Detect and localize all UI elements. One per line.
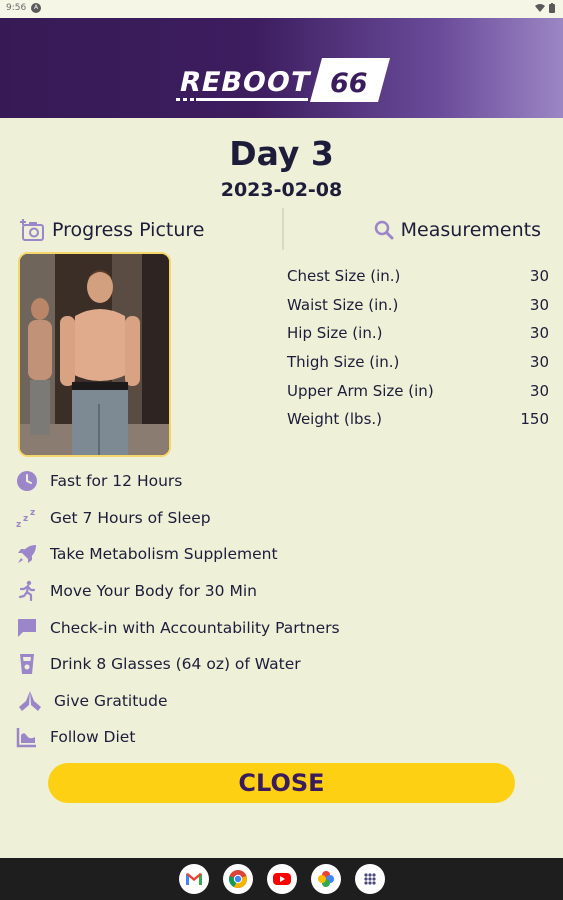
measurement-row-waist: Waist Size (in.) 30	[287, 291, 549, 320]
diet-chart-icon	[14, 724, 40, 750]
water-glass-icon	[14, 651, 40, 677]
task-supplement[interactable]: Take Metabolism Supplement	[14, 536, 414, 573]
measurement-row-hip: Hip Size (in.) 30	[287, 319, 549, 348]
measurement-row-weight: Weight (lbs.) 150	[287, 405, 549, 434]
section-divider	[282, 208, 284, 250]
measurement-row-upper-arm: Upper Arm Size (in) 30	[287, 376, 549, 405]
measurement-label: Upper Arm Size (in)	[287, 381, 434, 400]
measurement-label: Hip Size (in.)	[287, 324, 383, 343]
photos-icon[interactable]	[310, 864, 341, 894]
measurement-label: Weight (lbs.)	[287, 410, 383, 429]
measurements-label: Measurements	[400, 219, 541, 241]
measurement-value: 30	[529, 295, 549, 314]
chrome-icon[interactable]	[222, 864, 253, 894]
task-label: Fast for 12 Hours	[50, 472, 183, 491]
day-title: Day 3	[229, 134, 334, 173]
rocket-icon	[14, 541, 40, 567]
logo-text: REBOOT	[177, 67, 314, 98]
measurements-header: Measurements	[373, 216, 541, 244]
task-gratitude[interactable]: Give Gratitude	[14, 683, 414, 720]
app-drawer-icon[interactable]	[354, 864, 385, 894]
progress-photo[interactable]	[18, 252, 171, 457]
praying-hands-icon	[14, 688, 46, 714]
progress-photo-image	[20, 254, 169, 455]
measurements-list: Chest Size (in.) 30 Waist Size (in.) 30 …	[287, 262, 549, 434]
svg-text:z: z	[16, 520, 21, 530]
progress-picture-header: Progress Picture	[20, 216, 204, 244]
task-label: Take Metabolism Supplement	[50, 545, 278, 564]
camera-add-icon	[20, 219, 44, 241]
svg-text:z: z	[30, 508, 35, 518]
logo-number: 66	[330, 68, 368, 99]
running-icon	[14, 578, 40, 604]
measurement-label: Chest Size (in.)	[287, 267, 401, 286]
daily-task-list: Fast for 12 Hours zzz Get 7 Hours of Sle…	[14, 463, 414, 756]
task-move[interactable]: Move Your Body for 30 Min	[14, 573, 414, 610]
measurement-value: 30	[529, 353, 549, 372]
battery-icon	[549, 3, 555, 13]
task-sleep[interactable]: zzz Get 7 Hours of Sleep	[14, 500, 414, 537]
task-check-in[interactable]: Check-in with Accountability Partners	[14, 609, 414, 646]
task-label: Give Gratitude	[54, 691, 168, 710]
measurement-value: 30	[529, 324, 549, 343]
sleep-zzz-icon: zzz	[14, 505, 40, 531]
task-label: Check-in with Accountability Partners	[50, 618, 340, 637]
task-water[interactable]: Drink 8 Glasses (64 oz) of Water	[14, 646, 414, 683]
task-label: Follow Diet	[50, 728, 136, 747]
app-dock	[0, 858, 563, 900]
reboot-66-logo: REBOOT 66	[176, 58, 390, 102]
task-label: Move Your Body for 30 Min	[50, 582, 257, 601]
measurement-label: Thigh Size (in.)	[287, 353, 400, 372]
day-date: 2023-02-08	[220, 179, 343, 201]
svg-text:z: z	[23, 514, 28, 524]
measurement-label: Waist Size (in.)	[287, 295, 399, 314]
clock-icon	[14, 468, 40, 494]
gmail-icon[interactable]	[178, 864, 209, 894]
task-diet[interactable]: Follow Diet	[14, 719, 414, 756]
status-icons	[535, 3, 555, 13]
notification-a-icon: A	[31, 3, 41, 13]
wifi-icon	[535, 3, 545, 12]
youtube-icon[interactable]	[266, 864, 297, 894]
task-label: Drink 8 Glasses (64 oz) of Water	[50, 655, 301, 674]
magnify-icon	[374, 220, 394, 240]
measurement-value: 30	[529, 381, 549, 400]
progress-picture-label: Progress Picture	[52, 219, 205, 241]
chat-bubble-icon	[14, 615, 40, 641]
measurement-value: 30	[529, 267, 549, 286]
status-bar: 9:56 A	[0, 0, 563, 18]
measurement-value: 150	[520, 410, 549, 429]
app-header: REBOOT 66	[0, 18, 563, 118]
close-button[interactable]: CLOSE	[48, 763, 515, 803]
measurement-row-chest: Chest Size (in.) 30	[287, 262, 549, 291]
task-label: Get 7 Hours of Sleep	[50, 508, 211, 527]
task-fast[interactable]: Fast for 12 Hours	[14, 463, 414, 500]
measurement-row-thigh: Thigh Size (in.) 30	[287, 348, 549, 377]
status-time: 9:56	[6, 3, 27, 13]
